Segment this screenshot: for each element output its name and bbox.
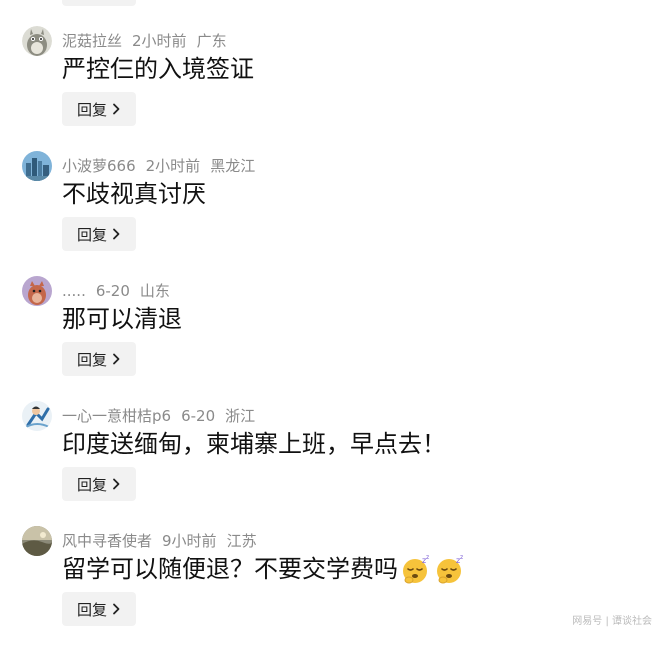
comment-text: 印度送缅甸，柬埔寨上班，早点去！: [62, 427, 446, 461]
reply-button[interactable]: 回复: [62, 467, 136, 501]
region: 广东: [196, 32, 227, 50]
timestamp: 2小时前: [132, 32, 187, 50]
totoro-avatar-icon[interactable]: [22, 26, 52, 56]
comment-text: 那可以清退: [62, 302, 182, 336]
chevron-right-icon: [111, 353, 121, 365]
timestamp: 6-20: [181, 407, 216, 425]
chevron-right-icon: [111, 103, 121, 115]
reply-label: 回复: [76, 350, 107, 369]
comment-text-content: 留学可以随便退？不要交学费吗: [62, 555, 398, 583]
animal-avatar-icon[interactable]: [22, 276, 52, 306]
comment-meta: 泥菇拉丝 2小时前 广东: [62, 30, 237, 52]
reply-button[interactable]: 回复: [62, 592, 136, 626]
region: 浙江: [225, 407, 256, 425]
reply-button[interactable]: 回复: [62, 92, 136, 126]
username[interactable]: 小波萝666: [62, 157, 136, 175]
reply-label: 回复: [76, 100, 107, 119]
city-skyline-avatar-icon[interactable]: [22, 151, 52, 181]
comment-item: 风中寻香使者 9小时前 江苏 留学可以随便退？不要交学费吗 z z z z 回复: [0, 526, 660, 651]
chevron-right-icon: [111, 228, 121, 240]
region: 江苏: [226, 532, 257, 550]
comment-text-content: 严控仨的入境签证: [62, 55, 254, 83]
reply-button[interactable]: 回复: [62, 342, 136, 376]
comment-meta: 小波萝666 2小时前 黑龙江: [62, 155, 265, 177]
comment-meta: 风中寻香使者 9小时前 江苏: [62, 530, 267, 552]
comment-meta: 一心一意柑桔p6 6-20 浙江: [62, 405, 265, 427]
timestamp: 9小时前: [162, 532, 217, 550]
username[interactable]: .....: [62, 282, 86, 300]
reply-label: 回复: [76, 225, 107, 244]
comment-item: 一心一意柑桔p6 6-20 浙江 印度送缅甸，柬埔寨上班，早点去！ 回复: [0, 401, 660, 526]
chevron-right-icon: [111, 603, 121, 615]
reply-button[interactable]: 回复: [62, 217, 136, 251]
timestamp: 6-20: [95, 282, 130, 300]
comment-text-content: 不歧视真讨厌: [62, 180, 206, 208]
comment-text: 不歧视真讨厌: [62, 177, 206, 211]
watermark: 网易号 | 谭谈社会: [572, 616, 652, 627]
comment-text: 严控仨的入境签证: [62, 52, 254, 86]
username[interactable]: 风中寻香使者: [62, 532, 152, 550]
svg-text:z: z: [460, 554, 463, 561]
reply-label: 回复: [76, 600, 107, 619]
previous-reply-button-fragment[interactable]: [62, 0, 136, 6]
comment-text-content: 印度送缅甸，柬埔寨上班，早点去！: [62, 430, 446, 458]
cartoon-avatar-icon[interactable]: [22, 401, 52, 431]
comment-text-content: 那可以清退: [62, 305, 182, 333]
username[interactable]: 泥菇拉丝: [62, 32, 122, 50]
landscape-avatar-icon[interactable]: [22, 526, 52, 556]
comment-item: ..... 6-20 山东 那可以清退 回复: [0, 276, 660, 401]
svg-text:z: z: [426, 554, 429, 561]
timestamp: 2小时前: [145, 157, 201, 175]
sleeping-face-emoji-icon: z z: [400, 553, 432, 585]
comment-meta: ..... 6-20 山东: [62, 280, 180, 302]
comment-text: 留学可以随便退？不要交学费吗 z z z z: [62, 552, 466, 586]
comment-item: 小波萝666 2小时前 黑龙江 不歧视真讨厌 回复: [0, 151, 660, 276]
sleeping-face-emoji-icon: z z: [434, 553, 466, 585]
reply-label: 回复: [76, 475, 107, 494]
region: 山东: [139, 282, 170, 300]
chevron-right-icon: [111, 478, 121, 490]
comment-item: 泥菇拉丝 2小时前 广东 严控仨的入境签证 回复: [0, 26, 660, 151]
username[interactable]: 一心一意柑桔p6: [62, 407, 171, 425]
region: 黑龙江: [210, 157, 256, 175]
